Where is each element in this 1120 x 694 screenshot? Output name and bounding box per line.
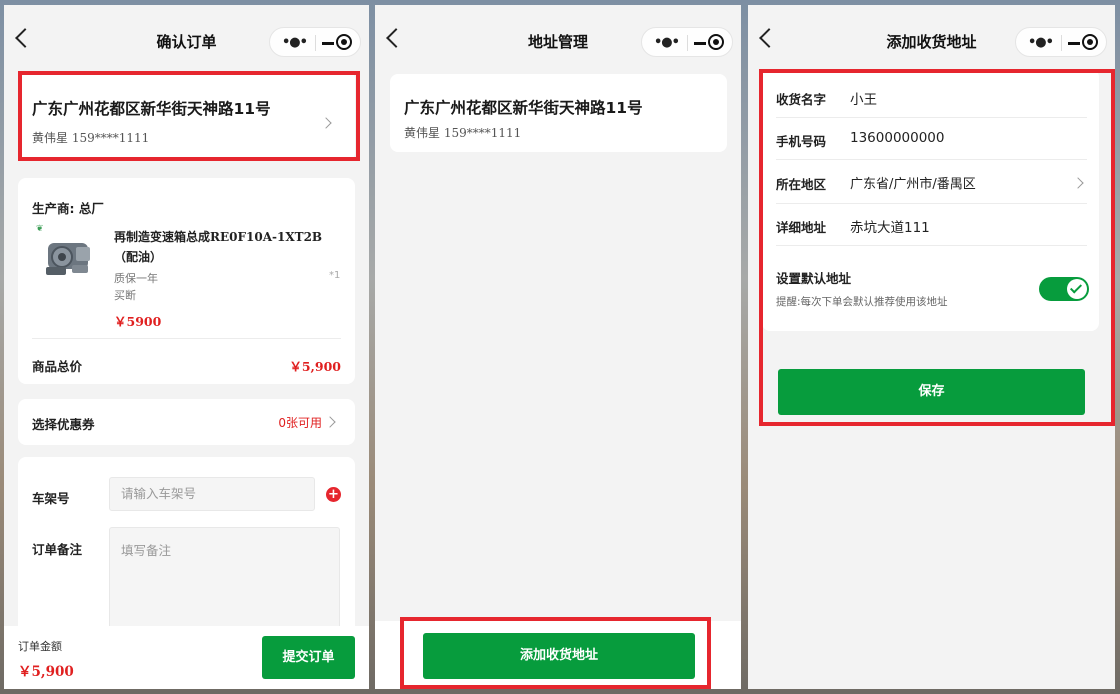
amount-value: ￥5,900 [18, 664, 74, 680]
save-button[interactable]: 保存 [778, 369, 1085, 415]
address-footer: 添加收货地址 [375, 621, 741, 689]
address-line: 广东广州花都区新华街天神路11号 [32, 100, 271, 118]
product-name-suffix: （配油） [114, 250, 163, 264]
check-icon [1069, 281, 1083, 294]
contact-name: 黄伟星 [404, 126, 441, 140]
address-contact: 黄伟星 159****1111 [404, 124, 521, 141]
more-dots-icon[interactable]: •●• [654, 35, 680, 50]
more-dots-icon[interactable]: •●• [1028, 35, 1054, 50]
note-label: 订单备注 [32, 542, 83, 557]
chevron-right-icon [324, 416, 336, 428]
contact-phone: 159****1111 [443, 126, 522, 140]
screen-confirm-order: 确认订单 •●• 广东广州花都区新华街天神路11号 黄伟星 159****111… [4, 5, 369, 689]
product-qty: *1 [329, 270, 341, 281]
chevron-right-icon [320, 117, 332, 129]
manufacturer: 生产商: 总厂 [32, 201, 104, 216]
product-price: ￥5900 [114, 314, 162, 329]
add-address-button[interactable]: 添加收货地址 [423, 633, 695, 679]
detail-address-label: 详细地址 [776, 220, 827, 235]
name-field[interactable]: 小王 [850, 88, 877, 108]
detail-address-field[interactable]: 赤坑大道111 [850, 216, 930, 236]
minimize-icon[interactable] [322, 42, 334, 45]
total-value: ￥5,900 [289, 359, 341, 374]
address-card[interactable]: 广东广州花都区新华街天神路11号 黄伟星 159****1111 [18, 71, 355, 161]
navbar: 确认订单 •●• [4, 5, 369, 67]
address-contact: 黄伟星 159****1111 [32, 129, 149, 146]
coupon-label: 选择优惠券 [32, 417, 95, 432]
submit-order-button[interactable]: 提交订单 [262, 636, 355, 679]
close-target-icon[interactable] [708, 34, 724, 50]
screen-address-list: 地址管理 •●• 广东广州花都区新华街天神路11号 黄伟星 159****111… [375, 5, 741, 689]
product-thumbnail-image [46, 243, 90, 275]
region-label: 所在地区 [776, 177, 827, 192]
minimize-icon[interactable] [694, 42, 706, 45]
default-address-label: 设置默认地址 [776, 271, 852, 286]
close-target-icon[interactable] [336, 34, 352, 50]
more-dots-icon[interactable]: •●• [282, 35, 308, 50]
total-label: 商品总价 [32, 359, 83, 374]
minimize-icon[interactable] [1068, 42, 1080, 45]
navbar: 地址管理 •●• [375, 5, 741, 67]
amount-label: 订单金额 [18, 640, 62, 653]
screen-add-address: 添加收货地址 •●• 收货名字 小王 手机号码 13600000000 所在地区… [748, 5, 1115, 689]
address-list-item[interactable]: 广东广州花都区新华街天神路11号 黄伟星 159****1111 [390, 74, 727, 152]
product-tag-buyout: 买断 [114, 289, 136, 302]
address-line: 广东广州花都区新华街天神路11号 [404, 99, 643, 117]
mini-program-capsule: •●• [269, 27, 361, 57]
default-address-toggle[interactable] [1039, 277, 1089, 301]
contact-phone: 159****1111 [71, 131, 150, 145]
mini-program-capsule: •●• [1015, 27, 1107, 57]
note-textarea[interactable]: 填写备注 [109, 527, 340, 637]
vin-label: 车架号 [32, 491, 70, 506]
order-footer: 订单金额 ￥5,900 提交订单 [4, 626, 369, 689]
product-tag-warranty: 质保一年 [114, 272, 158, 285]
name-label: 收货名字 [776, 92, 827, 107]
contact-name: 黄伟星 [32, 131, 69, 145]
phone-field[interactable]: 13600000000 [850, 130, 944, 146]
vin-input[interactable]: 请输入车架号 [109, 477, 315, 511]
product-name: 再制造变速箱总成RE0F10A-1XT2B [114, 230, 323, 244]
navbar: 添加收货地址 •●• [748, 5, 1115, 67]
address-form-card: 收货名字 小王 手机号码 13600000000 所在地区 广东省/广州市/番禺… [762, 69, 1099, 331]
phone-label: 手机号码 [776, 134, 827, 149]
mini-program-capsule: •●• [641, 27, 733, 57]
add-vin-icon[interactable]: + [326, 487, 341, 502]
order-form-card: 车架号 请输入车架号 + 订单备注 填写备注 [18, 457, 355, 637]
region-picker[interactable]: 广东省/广州市/番禺区 [850, 173, 976, 192]
coupon-row[interactable]: 选择优惠券 0张可用 [18, 399, 355, 445]
coupon-count: 0张可用 [278, 416, 322, 430]
chevron-right-icon [1072, 177, 1084, 189]
default-address-hint: 提醒:每次下单会默认推荐使用该地址 [776, 296, 948, 308]
close-target-icon[interactable] [1082, 34, 1098, 50]
